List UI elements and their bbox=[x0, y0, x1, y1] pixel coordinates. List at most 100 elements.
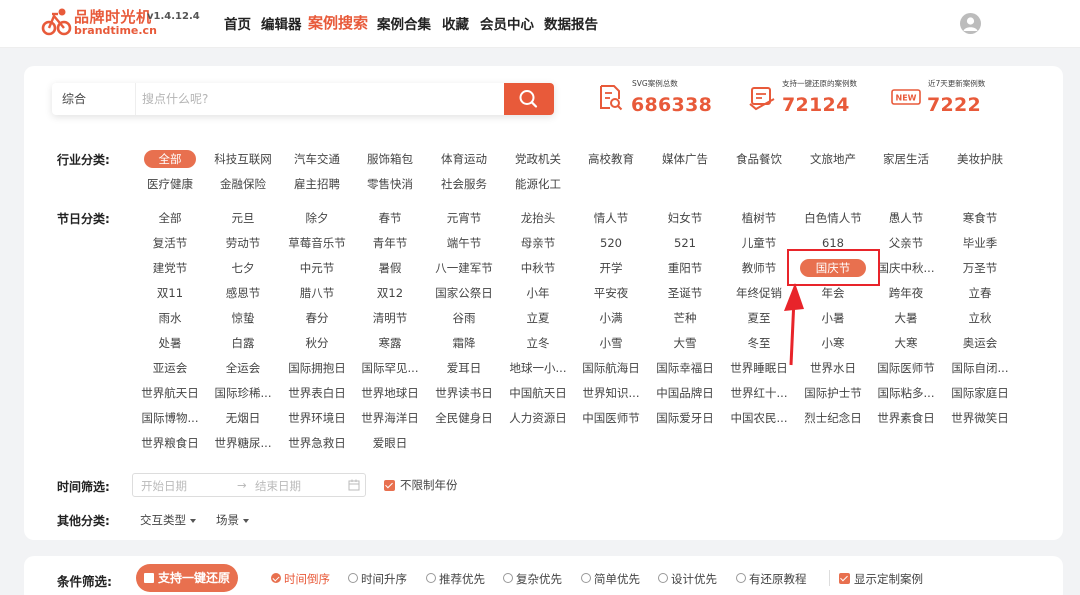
sort-option-label[interactable]: 复杂优先 bbox=[516, 571, 562, 587]
nav-case-search[interactable]: 案例搜索 bbox=[308, 12, 368, 33]
scene-dropdown[interactable]: 场景 bbox=[216, 512, 249, 528]
festival-tag[interactable]: 腊八节 bbox=[300, 285, 335, 301]
festival-tag[interactable]: 国家公祭日 bbox=[435, 285, 493, 301]
festival-tag[interactable]: 地球一小... bbox=[510, 360, 567, 376]
festival-tag[interactable]: 青年节 bbox=[373, 235, 408, 251]
festival-tag[interactable]: 七夕 bbox=[232, 260, 255, 276]
industry-tag[interactable]: 美妆护肤 bbox=[957, 151, 1003, 167]
festival-tag[interactable]: 小年 bbox=[527, 285, 550, 301]
festival-tag[interactable]: 白色情人节 bbox=[804, 210, 862, 226]
festival-tag[interactable]: 中国农民... bbox=[731, 410, 788, 426]
festival-tag[interactable]: 寒露 bbox=[379, 335, 402, 351]
festival-tag[interactable]: 世界微笑日 bbox=[951, 410, 1009, 426]
festival-tag[interactable]: 除夕 bbox=[306, 210, 329, 226]
festival-tag[interactable]: 中国医师节 bbox=[582, 410, 640, 426]
festival-tag[interactable]: 国际粘多... bbox=[878, 385, 935, 401]
search-input[interactable] bbox=[142, 83, 502, 115]
interaction-type-dropdown[interactable]: 交互类型 bbox=[140, 512, 196, 528]
festival-tag[interactable]: 世界急救日 bbox=[288, 435, 346, 451]
festival-tag[interactable]: 寒食节 bbox=[963, 210, 998, 226]
festival-tag[interactable]: 国际自闭... bbox=[952, 360, 1009, 376]
festival-tag[interactable]: 毕业季 bbox=[963, 235, 998, 251]
restore-support-toggle[interactable]: 支持一键还原 bbox=[136, 564, 238, 592]
festival-tag[interactable]: 国际家庭日 bbox=[951, 385, 1009, 401]
nav-data-report[interactable]: 数据报告 bbox=[544, 13, 598, 33]
festival-tag[interactable]: 奥运会 bbox=[963, 335, 998, 351]
festival-tag[interactable]: 感恩节 bbox=[226, 285, 261, 301]
festival-tag[interactable]: 大寒 bbox=[895, 335, 918, 351]
sort-radio[interactable] bbox=[503, 573, 513, 583]
festival-tag[interactable]: 年会 bbox=[822, 285, 845, 301]
festival-tag[interactable]: 全部 bbox=[159, 210, 182, 226]
festival-tag[interactable]: 万圣节 bbox=[963, 260, 998, 276]
festival-tag[interactable]: 双11 bbox=[157, 285, 183, 301]
festival-tag[interactable]: 小暑 bbox=[822, 310, 845, 326]
industry-tag[interactable]: 文旅地产 bbox=[810, 151, 856, 167]
festival-tag[interactable]: 小寒 bbox=[822, 335, 845, 351]
festival-tag[interactable]: 元宵节 bbox=[447, 210, 482, 226]
sort-radio[interactable] bbox=[426, 573, 436, 583]
festival-tag[interactable]: 元旦 bbox=[232, 210, 255, 226]
festival-tag[interactable]: 爱眼日 bbox=[373, 435, 408, 451]
festival-tag[interactable]: 世界表白日 bbox=[288, 385, 346, 401]
festival-tag[interactable]: 国际护士节 bbox=[804, 385, 862, 401]
festival-tag[interactable]: 立秋 bbox=[969, 310, 992, 326]
festival-tag[interactable]: 世界知识... bbox=[583, 385, 640, 401]
festival-tag[interactable]: 龙抬头 bbox=[521, 210, 556, 226]
festival-tag[interactable]: 520 bbox=[600, 235, 622, 251]
festival-tag[interactable]: 暑假 bbox=[379, 260, 402, 276]
festival-tag[interactable]: 世界海洋日 bbox=[361, 410, 419, 426]
festival-tag[interactable]: 立冬 bbox=[527, 335, 550, 351]
festival-tag[interactable]: 烈士纪念日 bbox=[804, 410, 862, 426]
custom-case-checkbox[interactable] bbox=[839, 573, 850, 584]
start-date-input[interactable]: 开始日期 bbox=[141, 478, 187, 494]
sort-radio[interactable] bbox=[348, 573, 358, 583]
festival-tag[interactable]: 国际医师节 bbox=[877, 360, 935, 376]
sort-radio[interactable] bbox=[581, 573, 591, 583]
festival-tag[interactable]: 全运会 bbox=[226, 360, 261, 376]
sort-option-label[interactable]: 时间升序 bbox=[361, 571, 407, 587]
festival-tag[interactable]: 建党节 bbox=[153, 260, 188, 276]
festival-tag[interactable]: 世界航天日 bbox=[141, 385, 199, 401]
festival-tag[interactable]: 521 bbox=[674, 235, 696, 251]
festival-tag[interactable]: 八一建军节 bbox=[435, 260, 493, 276]
unlimited-year-checkbox[interactable] bbox=[384, 480, 395, 491]
industry-tag[interactable]: 服饰箱包 bbox=[367, 151, 413, 167]
festival-tag[interactable]: 世界读书日 bbox=[435, 385, 493, 401]
festival-tag[interactable]: 惊蛰 bbox=[232, 310, 255, 326]
festival-tag[interactable]: 中国品牌日 bbox=[656, 385, 714, 401]
search-type-select[interactable]: 综合 bbox=[52, 83, 136, 115]
festival-tag[interactable]: 白露 bbox=[232, 335, 255, 351]
festival-tag[interactable]: 草莓音乐节 bbox=[288, 235, 346, 251]
nav-case-collection[interactable]: 案例合集 bbox=[377, 13, 431, 33]
industry-tag[interactable]: 全部 bbox=[144, 150, 196, 168]
nav-home[interactable]: 首页 bbox=[224, 13, 251, 33]
festival-tag[interactable]: 人力资源日 bbox=[509, 410, 567, 426]
festival-tag[interactable]: 春分 bbox=[306, 310, 329, 326]
festival-tag[interactable]: 小满 bbox=[600, 310, 623, 326]
festival-tag[interactable]: 世界粮食日 bbox=[141, 435, 199, 451]
industry-tag[interactable]: 高校教育 bbox=[588, 151, 634, 167]
festival-tag[interactable]: 儿童节 bbox=[742, 235, 777, 251]
festival-tag[interactable]: 教师节 bbox=[742, 260, 777, 276]
festival-tag[interactable]: 爱耳日 bbox=[447, 360, 482, 376]
industry-tag[interactable]: 媒体广告 bbox=[662, 151, 708, 167]
industry-tag[interactable]: 能源化工 bbox=[515, 176, 561, 192]
sort-option-label[interactable]: 时间倒序 bbox=[284, 571, 330, 587]
brand-logo[interactable]: 品牌时光机 v1.4.12.4 brandtime.cn bbox=[40, 4, 200, 40]
festival-tag[interactable]: 大雪 bbox=[674, 335, 697, 351]
festival-tag[interactable]: 霜降 bbox=[453, 335, 476, 351]
festival-tag[interactable]: 春节 bbox=[379, 210, 402, 226]
industry-tag[interactable]: 雇主招聘 bbox=[294, 176, 340, 192]
festival-tag[interactable]: 国际罕见... bbox=[362, 360, 419, 376]
festival-tag[interactable]: 世界糖尿... bbox=[215, 435, 272, 451]
festival-tag[interactable]: 雨水 bbox=[159, 310, 182, 326]
festival-tag[interactable]: 复活节 bbox=[153, 235, 188, 251]
sort-option-label[interactable]: 简单优先 bbox=[594, 571, 640, 587]
nav-member-center[interactable]: 会员中心 bbox=[480, 13, 534, 33]
festival-tag[interactable]: 芒种 bbox=[674, 310, 697, 326]
festival-tag[interactable]: 世界红十... bbox=[731, 385, 788, 401]
nav-editor[interactable]: 编辑器 bbox=[261, 13, 302, 33]
festival-tag[interactable]: 情人节 bbox=[594, 210, 629, 226]
festival-tag[interactable]: 国际珍稀... bbox=[215, 385, 272, 401]
